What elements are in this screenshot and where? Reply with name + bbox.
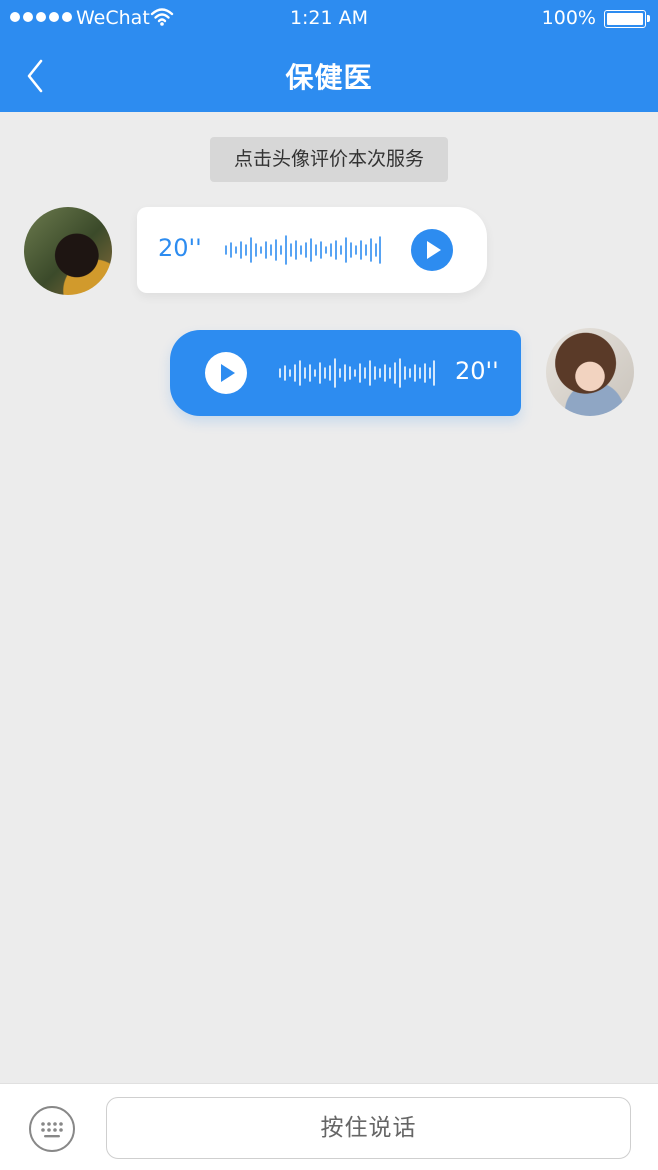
rating-notice: 点击头像评价本次服务 bbox=[210, 137, 448, 182]
voice-duration: 20'' bbox=[158, 234, 202, 262]
header: WeChat 1:21 AM 100% 保健医 bbox=[0, 0, 658, 112]
play-icon[interactable] bbox=[411, 229, 453, 271]
voice-duration: 20'' bbox=[455, 357, 499, 385]
voice-message-outgoing[interactable]: 20'' bbox=[170, 330, 521, 416]
voice-message-incoming[interactable]: 20'' bbox=[137, 207, 487, 293]
battery-icon bbox=[604, 10, 650, 28]
page-title: 保健医 bbox=[285, 61, 373, 94]
battery-percent: 100% bbox=[541, 7, 596, 29]
status-bar: WeChat 1:21 AM 100% bbox=[0, 0, 658, 38]
waveform-icon bbox=[225, 235, 381, 265]
user-avatar[interactable] bbox=[546, 328, 634, 416]
waveform-icon bbox=[279, 358, 435, 388]
doctor-avatar[interactable] bbox=[24, 207, 112, 295]
keyboard-icon[interactable] bbox=[29, 1106, 75, 1152]
nav-bar: 保健医 bbox=[0, 38, 658, 112]
play-icon[interactable] bbox=[205, 352, 247, 394]
input-bar: 按住说话 bbox=[0, 1083, 658, 1170]
hold-to-talk-button[interactable]: 按住说话 bbox=[106, 1097, 631, 1159]
